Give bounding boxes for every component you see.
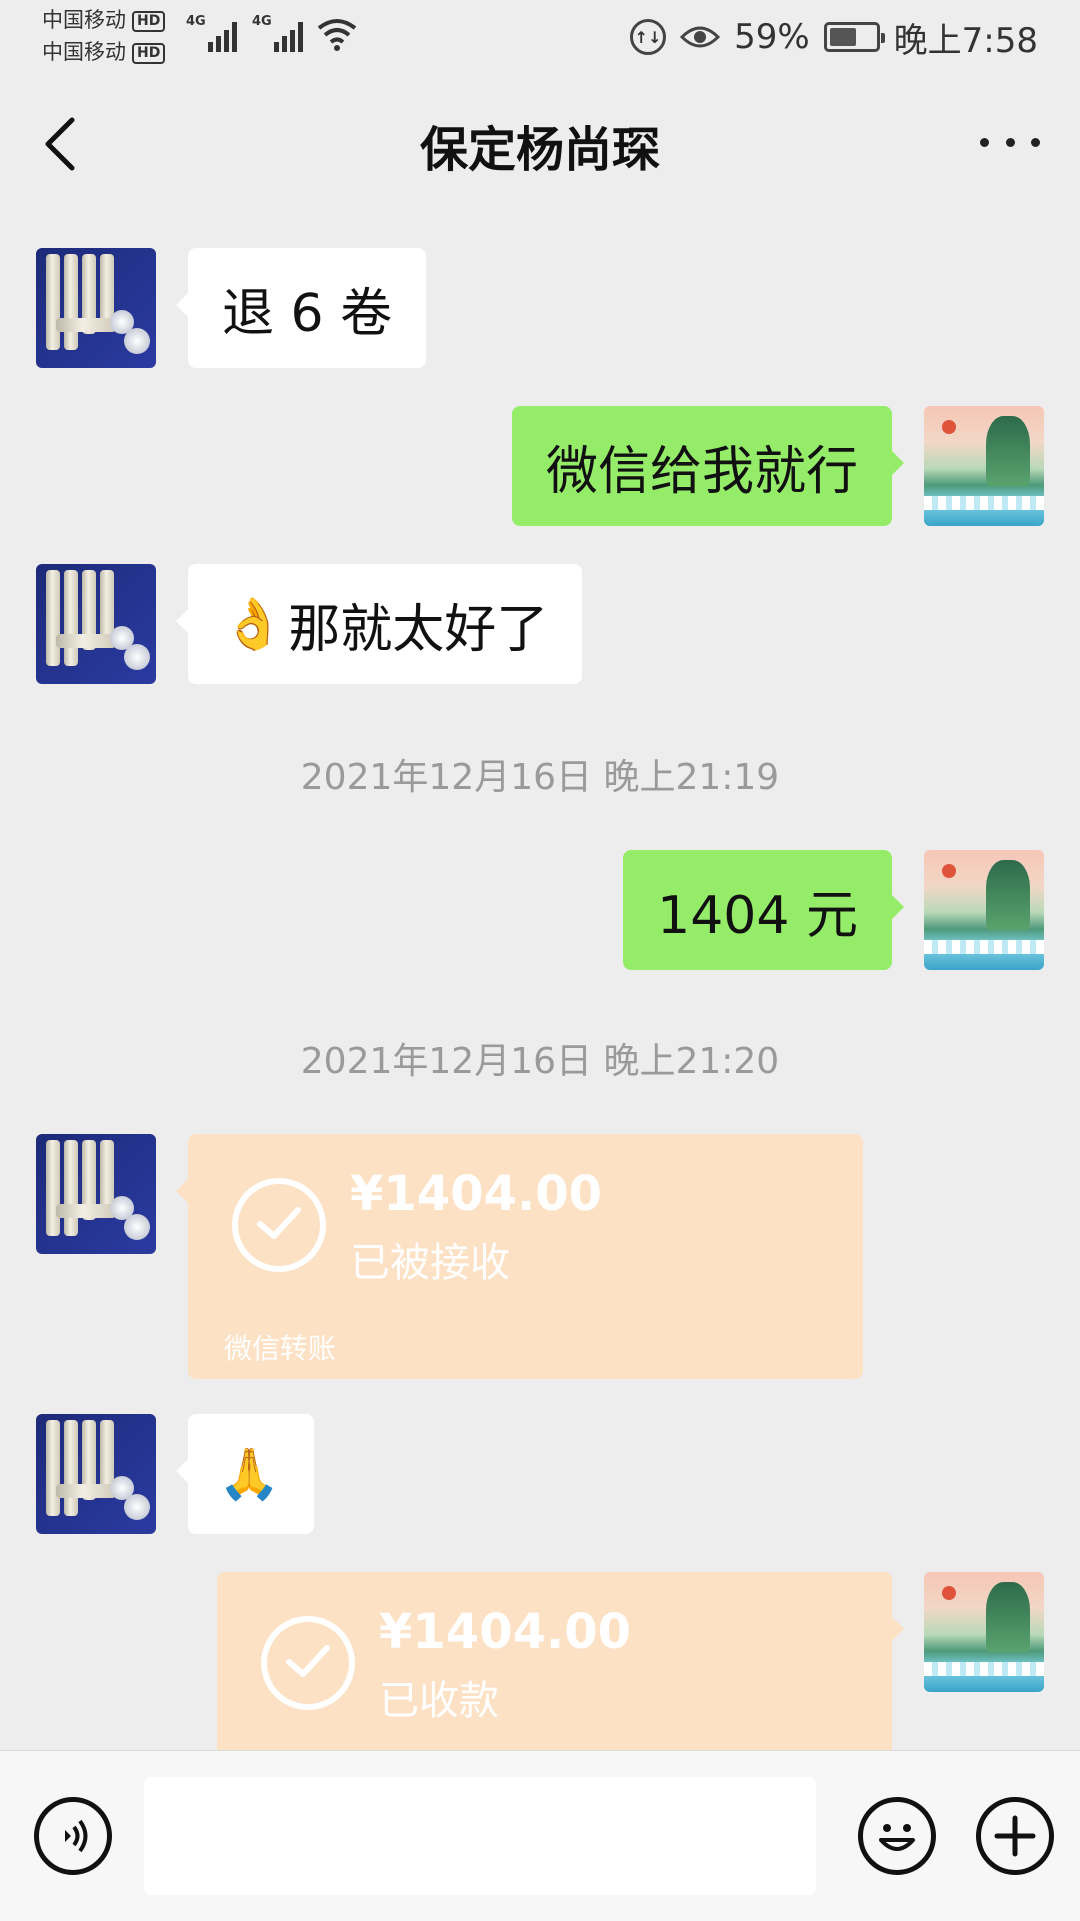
message-bubble[interactable]: 🙏 bbox=[175, 1414, 315, 1534]
input-bar bbox=[0, 1750, 1080, 1921]
voice-icon bbox=[65, 1819, 88, 1853]
status-bar: 中国移动 HD 中国移动 HD 4G 4G ↑↓ 59% 晚上7:58 bbox=[0, 0, 1080, 80]
contact-avatar[interactable] bbox=[36, 564, 156, 684]
status-right: ↑↓ 59% 晚上7:58 bbox=[630, 14, 1038, 61]
chat-header: 保定杨尚琛 bbox=[0, 80, 1080, 210]
carrier-1: 中国移动 HD bbox=[42, 8, 166, 32]
transfer-card[interactable]: ¥1404.00 已被接收 微信转账 bbox=[176, 1134, 863, 1379]
message-input[interactable] bbox=[144, 1777, 816, 1895]
my-avatar[interactable] bbox=[924, 406, 1044, 526]
contact-avatar[interactable] bbox=[36, 248, 156, 368]
message-text: 那就太好了 bbox=[288, 599, 549, 660]
message-bubble[interactable]: 1404 元 bbox=[623, 850, 904, 970]
chat-title: 保定杨尚琛 bbox=[419, 122, 660, 178]
message-bubble[interactable]: 👌 那就太好了 bbox=[175, 564, 583, 684]
signal-1-icon: 4G bbox=[186, 14, 242, 52]
my-avatar[interactable] bbox=[924, 1572, 1044, 1692]
my-avatar[interactable] bbox=[924, 850, 1044, 970]
smiley-icon bbox=[879, 1824, 915, 1851]
message-bubble[interactable]: 微信给我就行 bbox=[511, 406, 905, 526]
message-bubble[interactable]: 退 6 卷 bbox=[175, 248, 427, 368]
transfer-amount: ¥1404.00 bbox=[379, 1604, 632, 1660]
eye-comfort-icon bbox=[680, 26, 721, 48]
hd-badge: HD bbox=[132, 43, 166, 64]
voice-input-button[interactable] bbox=[34, 1797, 112, 1875]
emoji-button[interactable] bbox=[858, 1797, 936, 1875]
network-1-label: 4G bbox=[186, 14, 206, 29]
battery-percent: 59% bbox=[734, 17, 810, 57]
transfer-amount: ¥1404.00 bbox=[350, 1166, 603, 1222]
more-options-icon[interactable] bbox=[980, 122, 1040, 162]
transfer-status: 已收款 bbox=[379, 1678, 499, 1724]
message-text: 退 6 卷 bbox=[222, 283, 393, 344]
check-circle-icon bbox=[261, 1616, 355, 1710]
transfer-card[interactable]: ¥1404.00 已收款 bbox=[217, 1572, 904, 1750]
contact-avatar[interactable] bbox=[36, 1134, 156, 1254]
carrier-2: 中国移动 HD bbox=[42, 40, 166, 64]
check-circle-icon bbox=[232, 1178, 326, 1272]
signal-2-icon: 4G bbox=[252, 14, 308, 52]
transfer-status: 已被接收 bbox=[350, 1240, 510, 1286]
carrier-2-label: 中国移动 bbox=[42, 40, 126, 64]
chat-area[interactable]: 退 6 卷 微信给我就行 👌 那就太好了 2021年12月16日 晚上21:19 bbox=[0, 210, 1080, 1750]
carrier-1-label: 中国移动 bbox=[42, 8, 126, 32]
message-text: 1404 元 bbox=[657, 885, 858, 946]
message-text: 微信给我就行 bbox=[545, 441, 858, 502]
battery-fill bbox=[829, 28, 856, 46]
clock: 晚上7:58 bbox=[893, 20, 1038, 61]
data-saver-icon: ↑↓ bbox=[630, 19, 667, 55]
hd-badge: HD bbox=[132, 11, 166, 32]
ok-hand-emoji: 👌 bbox=[222, 594, 285, 653]
timestamp: 2021年12月16日 晚上21:19 bbox=[300, 757, 780, 798]
timestamp: 2021年12月16日 晚上21:20 bbox=[300, 1041, 780, 1082]
network-2-label: 4G bbox=[252, 14, 272, 29]
plus-icon bbox=[994, 1815, 1036, 1857]
transfer-label: 微信转账 bbox=[224, 1332, 337, 1365]
pray-emoji: 🙏 bbox=[218, 1444, 281, 1503]
battery-icon bbox=[823, 22, 885, 52]
wifi-icon bbox=[317, 19, 357, 51]
more-actions-button[interactable] bbox=[976, 1797, 1054, 1875]
contact-avatar[interactable] bbox=[36, 1414, 156, 1534]
